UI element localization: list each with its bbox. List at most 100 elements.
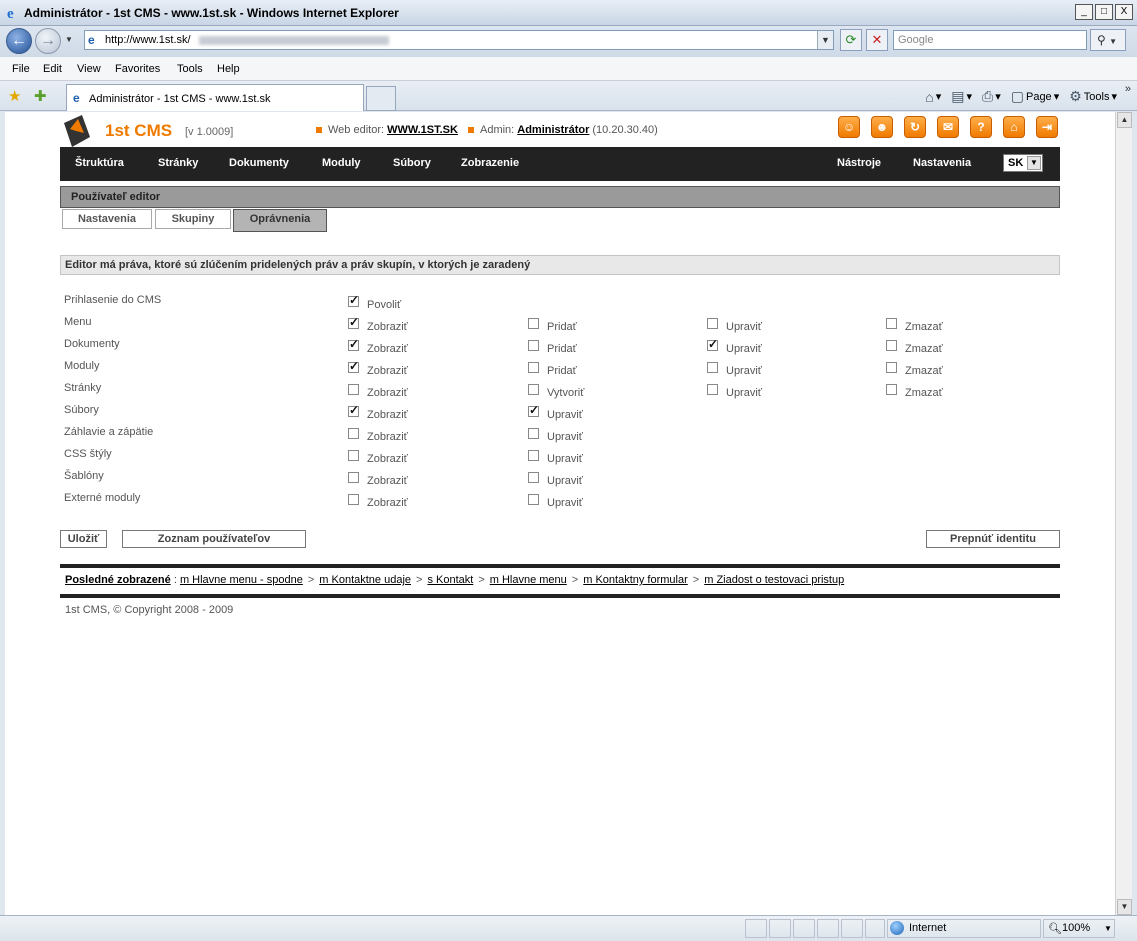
history-dropdown-icon[interactable]: ▼ [65, 35, 73, 44]
permission-checkbox[interactable] [348, 337, 359, 351]
vertical-scrollbar[interactable]: ▲ ▼ [1115, 112, 1132, 915]
permission-option[interactable]: Zobraziť [348, 359, 408, 377]
permission-checkbox[interactable] [348, 494, 359, 505]
zoom-level[interactable]: 100% [1062, 922, 1090, 934]
permission-checkbox[interactable] [348, 293, 359, 307]
permission-checkbox[interactable] [528, 472, 539, 483]
maximize-button[interactable]: □ [1095, 4, 1113, 20]
permission-checkbox[interactable] [528, 384, 539, 395]
permission-checkbox[interactable] [528, 428, 539, 439]
recent-item-link[interactable]: m Kontaktny formular [583, 574, 688, 586]
permission-option[interactable]: Upraviť [528, 450, 583, 465]
menu-view[interactable]: View [77, 63, 101, 75]
stop-button[interactable]: ✕ [866, 29, 888, 51]
zoom-dropdown-icon[interactable]: ▼ [1104, 924, 1112, 933]
refresh-icon[interactable]: ↻ [904, 116, 926, 138]
permission-checkbox[interactable] [348, 450, 359, 461]
permission-checkbox[interactable] [348, 472, 359, 483]
minimize-button[interactable]: _ [1075, 4, 1093, 20]
permission-option[interactable]: Upraviť [528, 403, 583, 421]
permission-checkbox[interactable] [528, 340, 539, 351]
permission-option[interactable]: Zmazať [886, 318, 943, 333]
permission-option[interactable]: Upraviť [707, 362, 762, 377]
user-icon[interactable]: ☺ [838, 116, 860, 138]
nav-dokumenty[interactable]: Dokumenty [229, 157, 289, 169]
add-favorites-icon[interactable]: ✚ [34, 87, 47, 105]
permission-option[interactable]: Zobraziť [348, 494, 408, 509]
tools-menu-button[interactable]: ⚙ Tools ▾ [1069, 88, 1117, 105]
permission-option[interactable]: Upraviť [707, 384, 762, 399]
permission-checkbox[interactable] [707, 318, 718, 329]
permission-checkbox[interactable] [528, 318, 539, 329]
menu-favorites[interactable]: Favorites [115, 63, 160, 75]
nav-struktura[interactable]: Štruktúra [75, 157, 124, 169]
recent-item-link[interactable]: m Hlavne menu - spodne [180, 574, 303, 586]
permission-option[interactable]: Upraviť [528, 472, 583, 487]
feeds-button[interactable]: ▤ ▾ [951, 88, 972, 105]
permission-option[interactable]: Upraviť [707, 337, 762, 355]
browser-tab[interactable]: e Administrátor - 1st CMS - www.1st.sk [66, 84, 364, 111]
permission-checkbox[interactable] [707, 384, 718, 395]
favorites-star-icon[interactable]: ★ [8, 87, 21, 105]
permission-option[interactable]: Zobraziť [348, 384, 408, 399]
permission-option[interactable]: Povoliť [348, 293, 401, 311]
print-button[interactable]: ⎙ ▾ [982, 88, 1001, 105]
new-tab-button[interactable] [366, 86, 396, 111]
admin-name-link[interactable]: Administrátor [517, 124, 589, 136]
language-select[interactable]: SK ▼ [1003, 154, 1043, 172]
permission-checkbox[interactable] [528, 362, 539, 373]
permission-option[interactable]: Zmazať [886, 362, 943, 377]
back-button[interactable]: ← [6, 28, 32, 54]
save-button[interactable]: Uložiť [60, 530, 107, 548]
permission-option[interactable]: Zobraziť [348, 428, 408, 443]
permission-option[interactable]: Zobraziť [348, 450, 408, 465]
nav-moduly[interactable]: Moduly [322, 157, 361, 169]
permission-option[interactable]: Zobraziť [348, 472, 408, 487]
search-button[interactable]: ⚲ ▼ [1090, 29, 1126, 51]
permission-checkbox[interactable] [886, 362, 897, 373]
permission-checkbox[interactable] [348, 315, 359, 329]
permission-option[interactable]: Zmazať [886, 340, 943, 355]
nav-stranky[interactable]: Stránky [158, 157, 198, 169]
permission-checkbox[interactable] [528, 403, 539, 417]
scroll-up-icon[interactable]: ▲ [1117, 112, 1132, 128]
menu-file[interactable]: File [12, 63, 30, 75]
refresh-button[interactable]: ⟳ [840, 29, 862, 51]
mail-icon[interactable]: ✉ [937, 116, 959, 138]
permission-option[interactable]: Pridať [528, 362, 577, 377]
permission-option[interactable]: Upraviť [528, 428, 583, 443]
permission-checkbox[interactable] [707, 337, 718, 351]
help-icon[interactable]: ? [970, 116, 992, 138]
recent-item-link[interactable]: m Kontaktne udaje [319, 574, 411, 586]
menu-tools[interactable]: Tools [177, 63, 203, 75]
permission-checkbox[interactable] [886, 384, 897, 395]
switch-identity-button[interactable]: Prepnúť identitu [926, 530, 1060, 548]
recent-title[interactable]: Posledné zobrazené [65, 574, 171, 586]
tab-skupiny[interactable]: Skupiny [155, 209, 231, 229]
nav-zobrazenie[interactable]: Zobrazenie [461, 157, 519, 169]
tab-opravnenia[interactable]: Oprávnenia [233, 209, 327, 232]
users-icon[interactable]: ☻ [871, 116, 893, 138]
address-dropdown-icon[interactable]: ▼ [817, 31, 833, 49]
permission-option[interactable]: Zobraziť [348, 315, 408, 333]
menu-edit[interactable]: Edit [43, 63, 62, 75]
permission-checkbox[interactable] [886, 340, 897, 351]
scroll-down-icon[interactable]: ▼ [1117, 899, 1132, 915]
address-field[interactable]: e http://www.1st.sk/ ▼ [84, 30, 834, 50]
home-icon[interactable]: ⌂ [1003, 116, 1025, 138]
permission-checkbox[interactable] [348, 384, 359, 395]
recent-item-link[interactable]: m Ziadost o testovaci pristup [704, 574, 844, 586]
permission-option[interactable]: Upraviť [707, 318, 762, 333]
nav-subory[interactable]: Súbory [393, 157, 431, 169]
nav-nastavenia[interactable]: Nastavenia [913, 157, 971, 169]
permission-checkbox[interactable] [348, 428, 359, 439]
permission-option[interactable]: Pridať [528, 340, 577, 355]
search-input[interactable]: Google [893, 30, 1087, 50]
permission-checkbox[interactable] [886, 318, 897, 329]
address-url[interactable]: http://www.1st.sk/ [105, 34, 191, 46]
home-button[interactable]: ⌂ ▾ [925, 88, 941, 105]
permission-checkbox[interactable] [528, 494, 539, 505]
permission-checkbox[interactable] [528, 450, 539, 461]
permission-option[interactable]: Pridať [528, 318, 577, 333]
forward-button[interactable]: → [35, 28, 61, 54]
